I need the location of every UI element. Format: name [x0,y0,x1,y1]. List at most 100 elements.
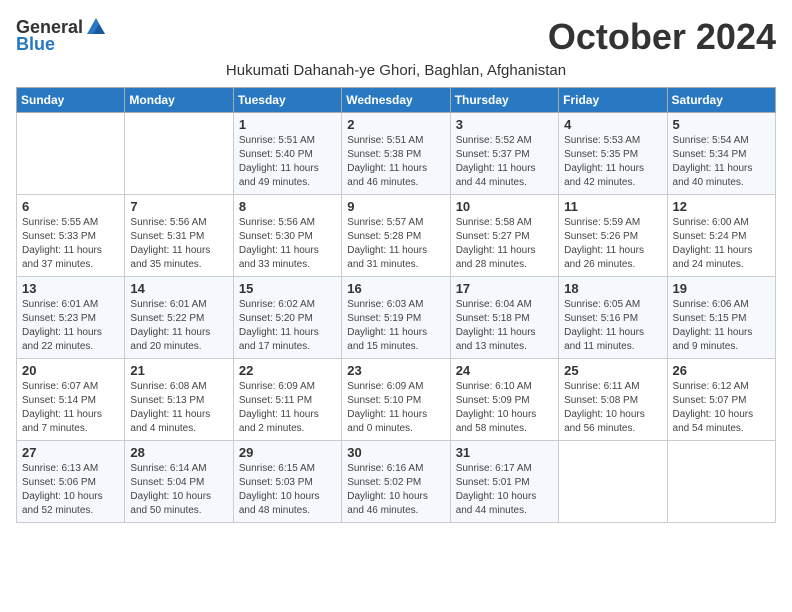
day-info: Sunrise: 6:07 AMSunset: 5:14 PMDaylight:… [22,380,119,436]
calendar-cell: 20Sunrise: 6:07 AMSunset: 5:14 PMDayligh… [17,359,125,441]
calendar-cell: 9 Sunrise: 5:57 AMSunset: 5:28 PMDaylight… [342,195,450,277]
logo-icon [85,16,107,38]
day-number: 23 [347,363,444,378]
day-info: Sunrise: 6:05 AMSunset: 5:16 PMDaylight:… [564,298,661,354]
day-number: 2 [347,117,444,132]
calendar-subtitle: Hukumati Dahanah-ye Ghori, Baghlan, Afgh… [16,62,776,79]
calendar-cell [17,113,125,195]
day-number: 28 [130,445,227,460]
day-number: 4 [564,117,661,132]
calendar-cell: 13 Sunrise: 6:01 AMSunset: 5:23 PMDayligh… [17,277,125,359]
calendar-cell: 18 Sunrise: 6:05 AMSunset: 5:16 PMDayligh… [559,277,667,359]
calendar-week-4: 20Sunrise: 6:07 AMSunset: 5:14 PMDayligh… [17,359,776,441]
calendar-cell [559,441,667,523]
day-info: Sunrise: 5:56 AMSunset: 5:31 PMDaylight:… [130,216,227,272]
calendar-week-3: 13 Sunrise: 6:01 AMSunset: 5:23 PMDayligh… [17,277,776,359]
day-info: Sunrise: 5:51 AMSunset: 5:38 PMDaylight:… [347,134,444,190]
calendar-cell: 15 Sunrise: 6:02 AMSunset: 5:20 PMDayligh… [233,277,341,359]
day-info: Sunrise: 6:01 AMSunset: 5:23 PMDaylight:… [22,298,119,354]
day-info: Sunrise: 6:03 AMSunset: 5:19 PMDaylight:… [347,298,444,354]
day-number: 16 [347,281,444,296]
day-number: 7 [130,199,227,214]
logo: General Blue [16,16,107,55]
calendar-cell: 30 Sunrise: 6:16 AMSunset: 5:02 PMDayligh… [342,441,450,523]
day-number: 31 [456,445,553,460]
day-info: Sunrise: 6:06 AMSunset: 5:15 PMDaylight:… [673,298,770,354]
day-number: 26 [673,363,770,378]
calendar-cell: 28 Sunrise: 6:14 AMSunset: 5:04 PMDayligh… [125,441,233,523]
month-title: October 2024 [548,16,776,58]
calendar-cell: 31Sunrise: 6:17 AMSunset: 5:01 PMDayligh… [450,441,558,523]
day-info: Sunrise: 6:10 AMSunset: 5:09 PMDaylight:… [456,380,553,436]
calendar-table: SundayMondayTuesdayWednesdayThursdayFrid… [16,87,776,523]
day-info: Sunrise: 6:02 AMSunset: 5:20 PMDaylight:… [239,298,336,354]
day-number: 8 [239,199,336,214]
day-number: 24 [456,363,553,378]
day-info: Sunrise: 6:15 AMSunset: 5:03 PMDaylight:… [239,462,336,518]
day-number: 9 [347,199,444,214]
calendar-cell: 16 Sunrise: 6:03 AMSunset: 5:19 PMDayligh… [342,277,450,359]
calendar-cell: 23Sunrise: 6:09 AMSunset: 5:10 PMDayligh… [342,359,450,441]
calendar-cell: 22 Sunrise: 6:09 AMSunset: 5:11 PMDayligh… [233,359,341,441]
day-number: 15 [239,281,336,296]
day-number: 1 [239,117,336,132]
calendar-cell: 29 Sunrise: 6:15 AMSunset: 5:03 PMDayligh… [233,441,341,523]
day-number: 5 [673,117,770,132]
header-day-saturday: Saturday [667,88,775,113]
day-number: 11 [564,199,661,214]
header-day-monday: Monday [125,88,233,113]
header-day-friday: Friday [559,88,667,113]
day-number: 6 [22,199,119,214]
calendar-cell: 17 Sunrise: 6:04 AMSunset: 5:18 PMDayligh… [450,277,558,359]
day-number: 18 [564,281,661,296]
day-number: 22 [239,363,336,378]
day-info: Sunrise: 5:59 AMSunset: 5:26 PMDaylight:… [564,216,661,272]
day-info: Sunrise: 6:00 AMSunset: 5:24 PMDaylight:… [673,216,770,272]
day-info: Sunrise: 5:57 AMSunset: 5:28 PMDaylight:… [347,216,444,272]
calendar-cell: 6Sunrise: 5:55 AMSunset: 5:33 PMDaylight… [17,195,125,277]
calendar-cell: 27Sunrise: 6:13 AMSunset: 5:06 PMDayligh… [17,441,125,523]
day-number: 30 [347,445,444,460]
calendar-cell: 7 Sunrise: 5:56 AMSunset: 5:31 PMDaylight… [125,195,233,277]
day-info: Sunrise: 6:04 AMSunset: 5:18 PMDaylight:… [456,298,553,354]
calendar-cell: 3 Sunrise: 5:52 AMSunset: 5:37 PMDaylight… [450,113,558,195]
day-number: 27 [22,445,119,460]
calendar-cell: 11 Sunrise: 5:59 AMSunset: 5:26 PMDayligh… [559,195,667,277]
calendar-cell: 14 Sunrise: 6:01 AMSunset: 5:22 PMDayligh… [125,277,233,359]
day-number: 25 [564,363,661,378]
day-info: Sunrise: 6:14 AMSunset: 5:04 PMDaylight:… [130,462,227,518]
header-day-thursday: Thursday [450,88,558,113]
day-number: 29 [239,445,336,460]
day-number: 12 [673,199,770,214]
calendar-body: 1 Sunrise: 5:51 AMSunset: 5:40 PMDaylight… [17,113,776,523]
calendar-cell: 26Sunrise: 6:12 AMSunset: 5:07 PMDayligh… [667,359,775,441]
calendar-cell: 8 Sunrise: 5:56 AMSunset: 5:30 PMDaylight… [233,195,341,277]
calendar-cell: 19Sunrise: 6:06 AMSunset: 5:15 PMDayligh… [667,277,775,359]
day-info: Sunrise: 5:53 AMSunset: 5:35 PMDaylight:… [564,134,661,190]
header-row: SundayMondayTuesdayWednesdayThursdayFrid… [17,88,776,113]
day-info: Sunrise: 6:09 AMSunset: 5:11 PMDaylight:… [239,380,336,436]
header-day-wednesday: Wednesday [342,88,450,113]
calendar-cell: 5 Sunrise: 5:54 AMSunset: 5:34 PMDaylight… [667,113,775,195]
day-info: Sunrise: 5:54 AMSunset: 5:34 PMDaylight:… [673,134,770,190]
day-info: Sunrise: 5:52 AMSunset: 5:37 PMDaylight:… [456,134,553,190]
calendar-cell [125,113,233,195]
page-header: General Blue October 2024 [16,16,776,58]
day-number: 13 [22,281,119,296]
calendar-cell: 25Sunrise: 6:11 AMSunset: 5:08 PMDayligh… [559,359,667,441]
day-info: Sunrise: 5:51 AMSunset: 5:40 PMDaylight:… [239,134,336,190]
calendar-cell: 4 Sunrise: 5:53 AMSunset: 5:35 PMDaylight… [559,113,667,195]
day-info: Sunrise: 6:01 AMSunset: 5:22 PMDaylight:… [130,298,227,354]
header-day-tuesday: Tuesday [233,88,341,113]
calendar-cell: 10Sunrise: 5:58 AMSunset: 5:27 PMDayligh… [450,195,558,277]
calendar-cell: 2 Sunrise: 5:51 AMSunset: 5:38 PMDaylight… [342,113,450,195]
day-info: Sunrise: 5:56 AMSunset: 5:30 PMDaylight:… [239,216,336,272]
calendar-week-1: 1 Sunrise: 5:51 AMSunset: 5:40 PMDaylight… [17,113,776,195]
day-number: 17 [456,281,553,296]
day-info: Sunrise: 6:16 AMSunset: 5:02 PMDaylight:… [347,462,444,518]
calendar-cell: 21Sunrise: 6:08 AMSunset: 5:13 PMDayligh… [125,359,233,441]
calendar-cell: 24 Sunrise: 6:10 AMSunset: 5:09 PMDayligh… [450,359,558,441]
day-number: 14 [130,281,227,296]
logo-blue-text: Blue [16,34,55,55]
day-number: 3 [456,117,553,132]
